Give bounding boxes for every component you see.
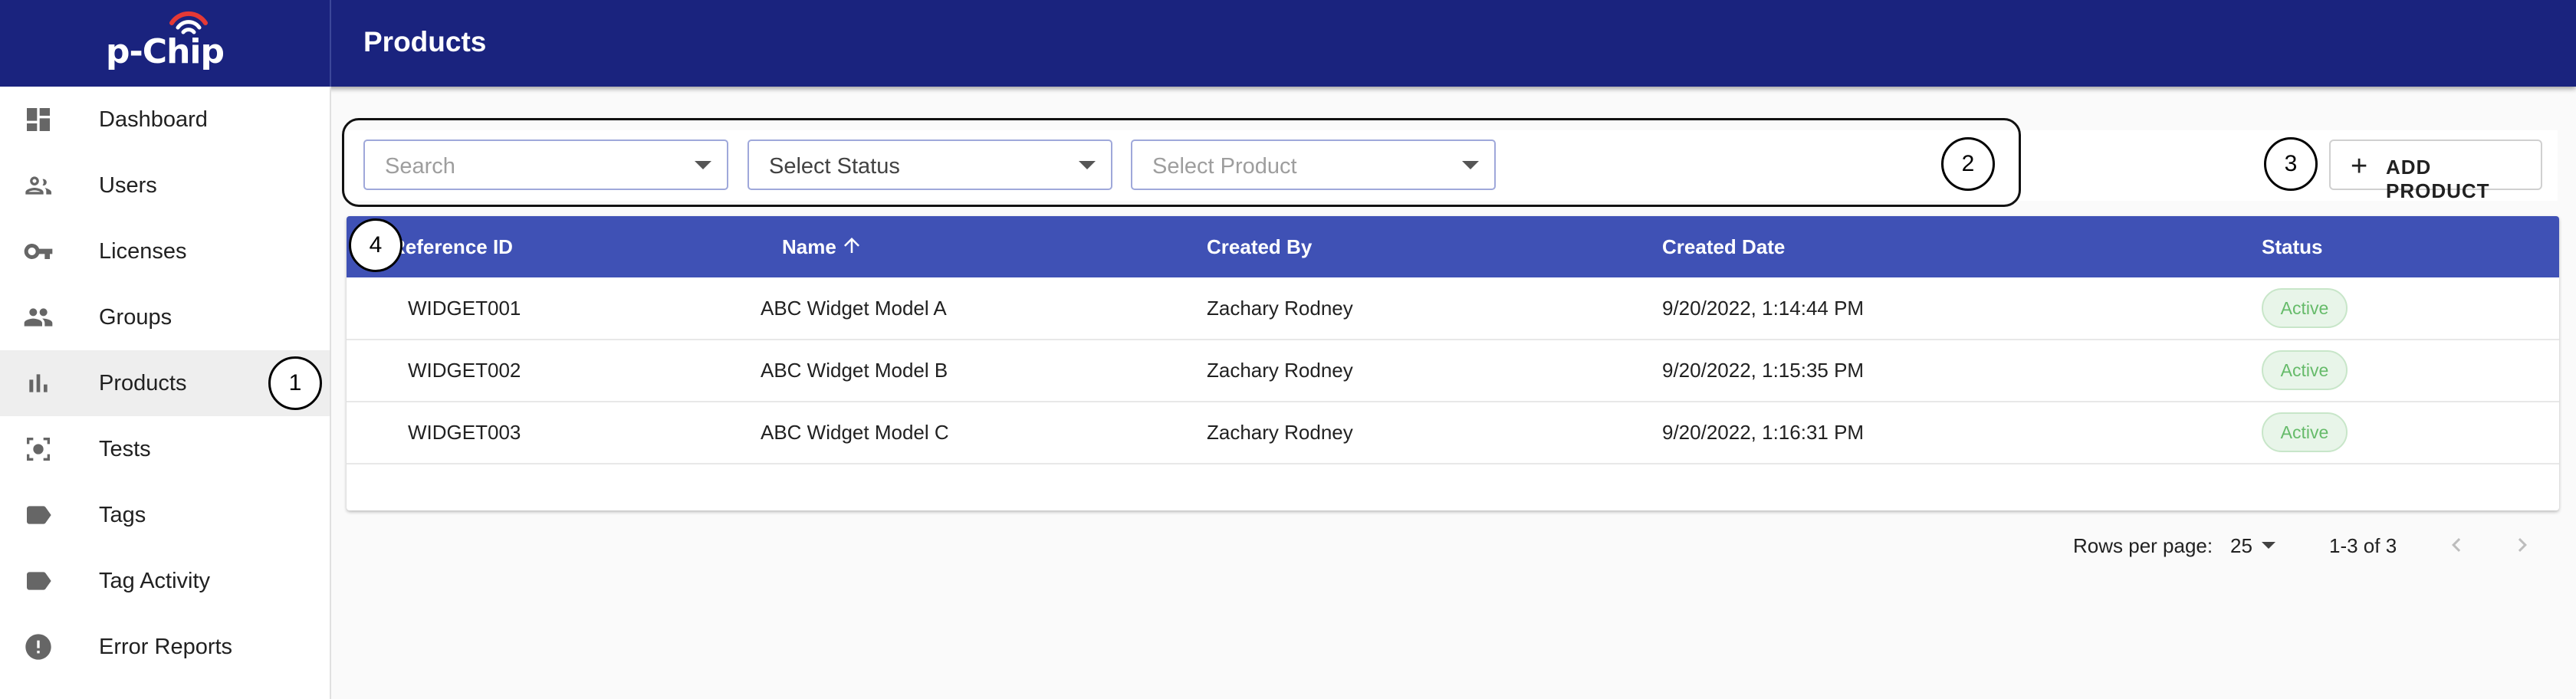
cell-name: ABC Widget Model B [761,359,948,382]
sidebar-item-tests[interactable]: Tests [0,416,330,482]
sidebar-item-dashboard[interactable]: Dashboard [0,87,330,153]
product-select[interactable]: Select Product [1131,139,1496,190]
tag-icon [23,500,54,530]
callout-marker: 4 [349,218,402,272]
rows-per-page-select[interactable]: 25 [2230,534,2252,558]
callout-marker: 3 [2264,137,2318,191]
product-placeholder: Select Product [1152,154,1297,179]
search-select[interactable]: Search [363,139,728,190]
caret-down-icon [695,161,711,169]
caret-down-icon [1079,161,1096,169]
logo-text: p-Chip [106,32,225,71]
cell-created-by: Zachary Rodney [1207,359,1353,382]
cell-created-date: 9/20/2022, 1:14:44 PM [1662,297,1865,320]
table-header: Reference ID Name Created By Created Dat… [347,216,2559,277]
bar-chart-icon [23,368,54,399]
sidebar-item-tag-activity[interactable]: Tag Activity [0,548,330,614]
users-icon [23,170,54,201]
column-header-created-by[interactable]: Created By [1207,235,1312,259]
caret-down-icon[interactable] [2262,542,2275,549]
dashboard-icon [23,104,54,135]
sidebar-item-label: Licenses [99,238,187,264]
table-row[interactable]: WIDGET002 ABC Widget Model B Zachary Rod… [347,340,2559,402]
products-table: Reference ID Name Created By Created Dat… [347,216,2559,510]
test-icon [23,434,54,464]
caret-down-icon [1462,161,1479,169]
tag-icon [23,566,54,596]
add-product-label: ADD PRODUCT [2386,156,2490,202]
plus-icon: + [2351,150,2368,182]
callout-marker: 2 [1941,137,1995,191]
cell-name: ABC Widget Model A [761,297,947,320]
column-header-created-date[interactable]: Created Date [1662,235,1785,259]
pagination-range: 1-3 of 3 [2329,534,2397,557]
sidebar-item-label: Tags [99,502,146,527]
column-header-name[interactable]: Name [782,235,836,259]
rows-per-page-label: Rows per page: [2073,534,2213,557]
cell-reference-id: WIDGET001 [408,297,521,320]
next-page-icon[interactable] [2509,531,2536,559]
sidebar-item-groups[interactable]: Groups [0,284,330,350]
sidebar-item-error-reports[interactable]: Error Reports [0,614,330,680]
groups-icon [23,302,54,333]
sidebar-item-label: Tests [99,436,151,461]
page-title: Products [363,26,487,57]
table-row[interactable]: WIDGET001 ABC Widget Model A Zachary Rod… [347,277,2559,340]
cell-name: ABC Widget Model C [761,421,949,444]
logo[interactable]: p-Chip [0,0,331,87]
cell-created-date: 9/20/2022, 1:16:31 PM [1662,421,1865,444]
sidebar-item-users[interactable]: Users [0,153,330,218]
sidebar-item-label: Dashboard [99,107,208,132]
error-icon [23,632,54,662]
status-select-value: Select Status [769,154,900,179]
cell-reference-id: WIDGET002 [408,359,521,382]
cell-created-date: 9/20/2022, 1:15:35 PM [1662,359,1865,382]
callout-marker: 1 [268,356,322,410]
status-badge: Active [2262,350,2348,390]
sidebar-item-licenses[interactable]: Licenses [0,218,330,284]
table-row[interactable]: WIDGET003 ABC Widget Model C Zachary Rod… [347,402,2559,464]
sidebar: Dashboard Users Licenses Groups Products… [0,87,331,699]
sidebar-item-label: Tag Activity [99,568,211,593]
sidebar-item-tags[interactable]: Tags [0,482,330,548]
app-bar: p-Chip Products [0,0,2576,87]
status-badge: Active [2262,288,2348,328]
status-badge: Active [2262,412,2348,452]
sort-ascending-icon[interactable] [840,233,863,258]
cell-created-by: Zachary Rodney [1207,421,1353,444]
cell-created-by: Zachary Rodney [1207,297,1353,320]
previous-page-icon[interactable] [2443,531,2470,559]
status-select[interactable]: Select Status [748,139,1112,190]
sidebar-item-label: Groups [99,304,172,330]
add-product-button[interactable]: + ADD PRODUCT [2329,139,2542,202]
sidebar-item-label: Error Reports [99,634,233,659]
key-icon [23,236,54,267]
cell-reference-id: WIDGET003 [408,421,521,444]
column-header-reference-id[interactable]: Reference ID [391,235,513,259]
column-header-status[interactable]: Status [2262,235,2322,259]
sidebar-item-label: Products [99,370,187,395]
search-placeholder: Search [385,154,455,179]
sidebar-item-label: Users [99,172,157,198]
